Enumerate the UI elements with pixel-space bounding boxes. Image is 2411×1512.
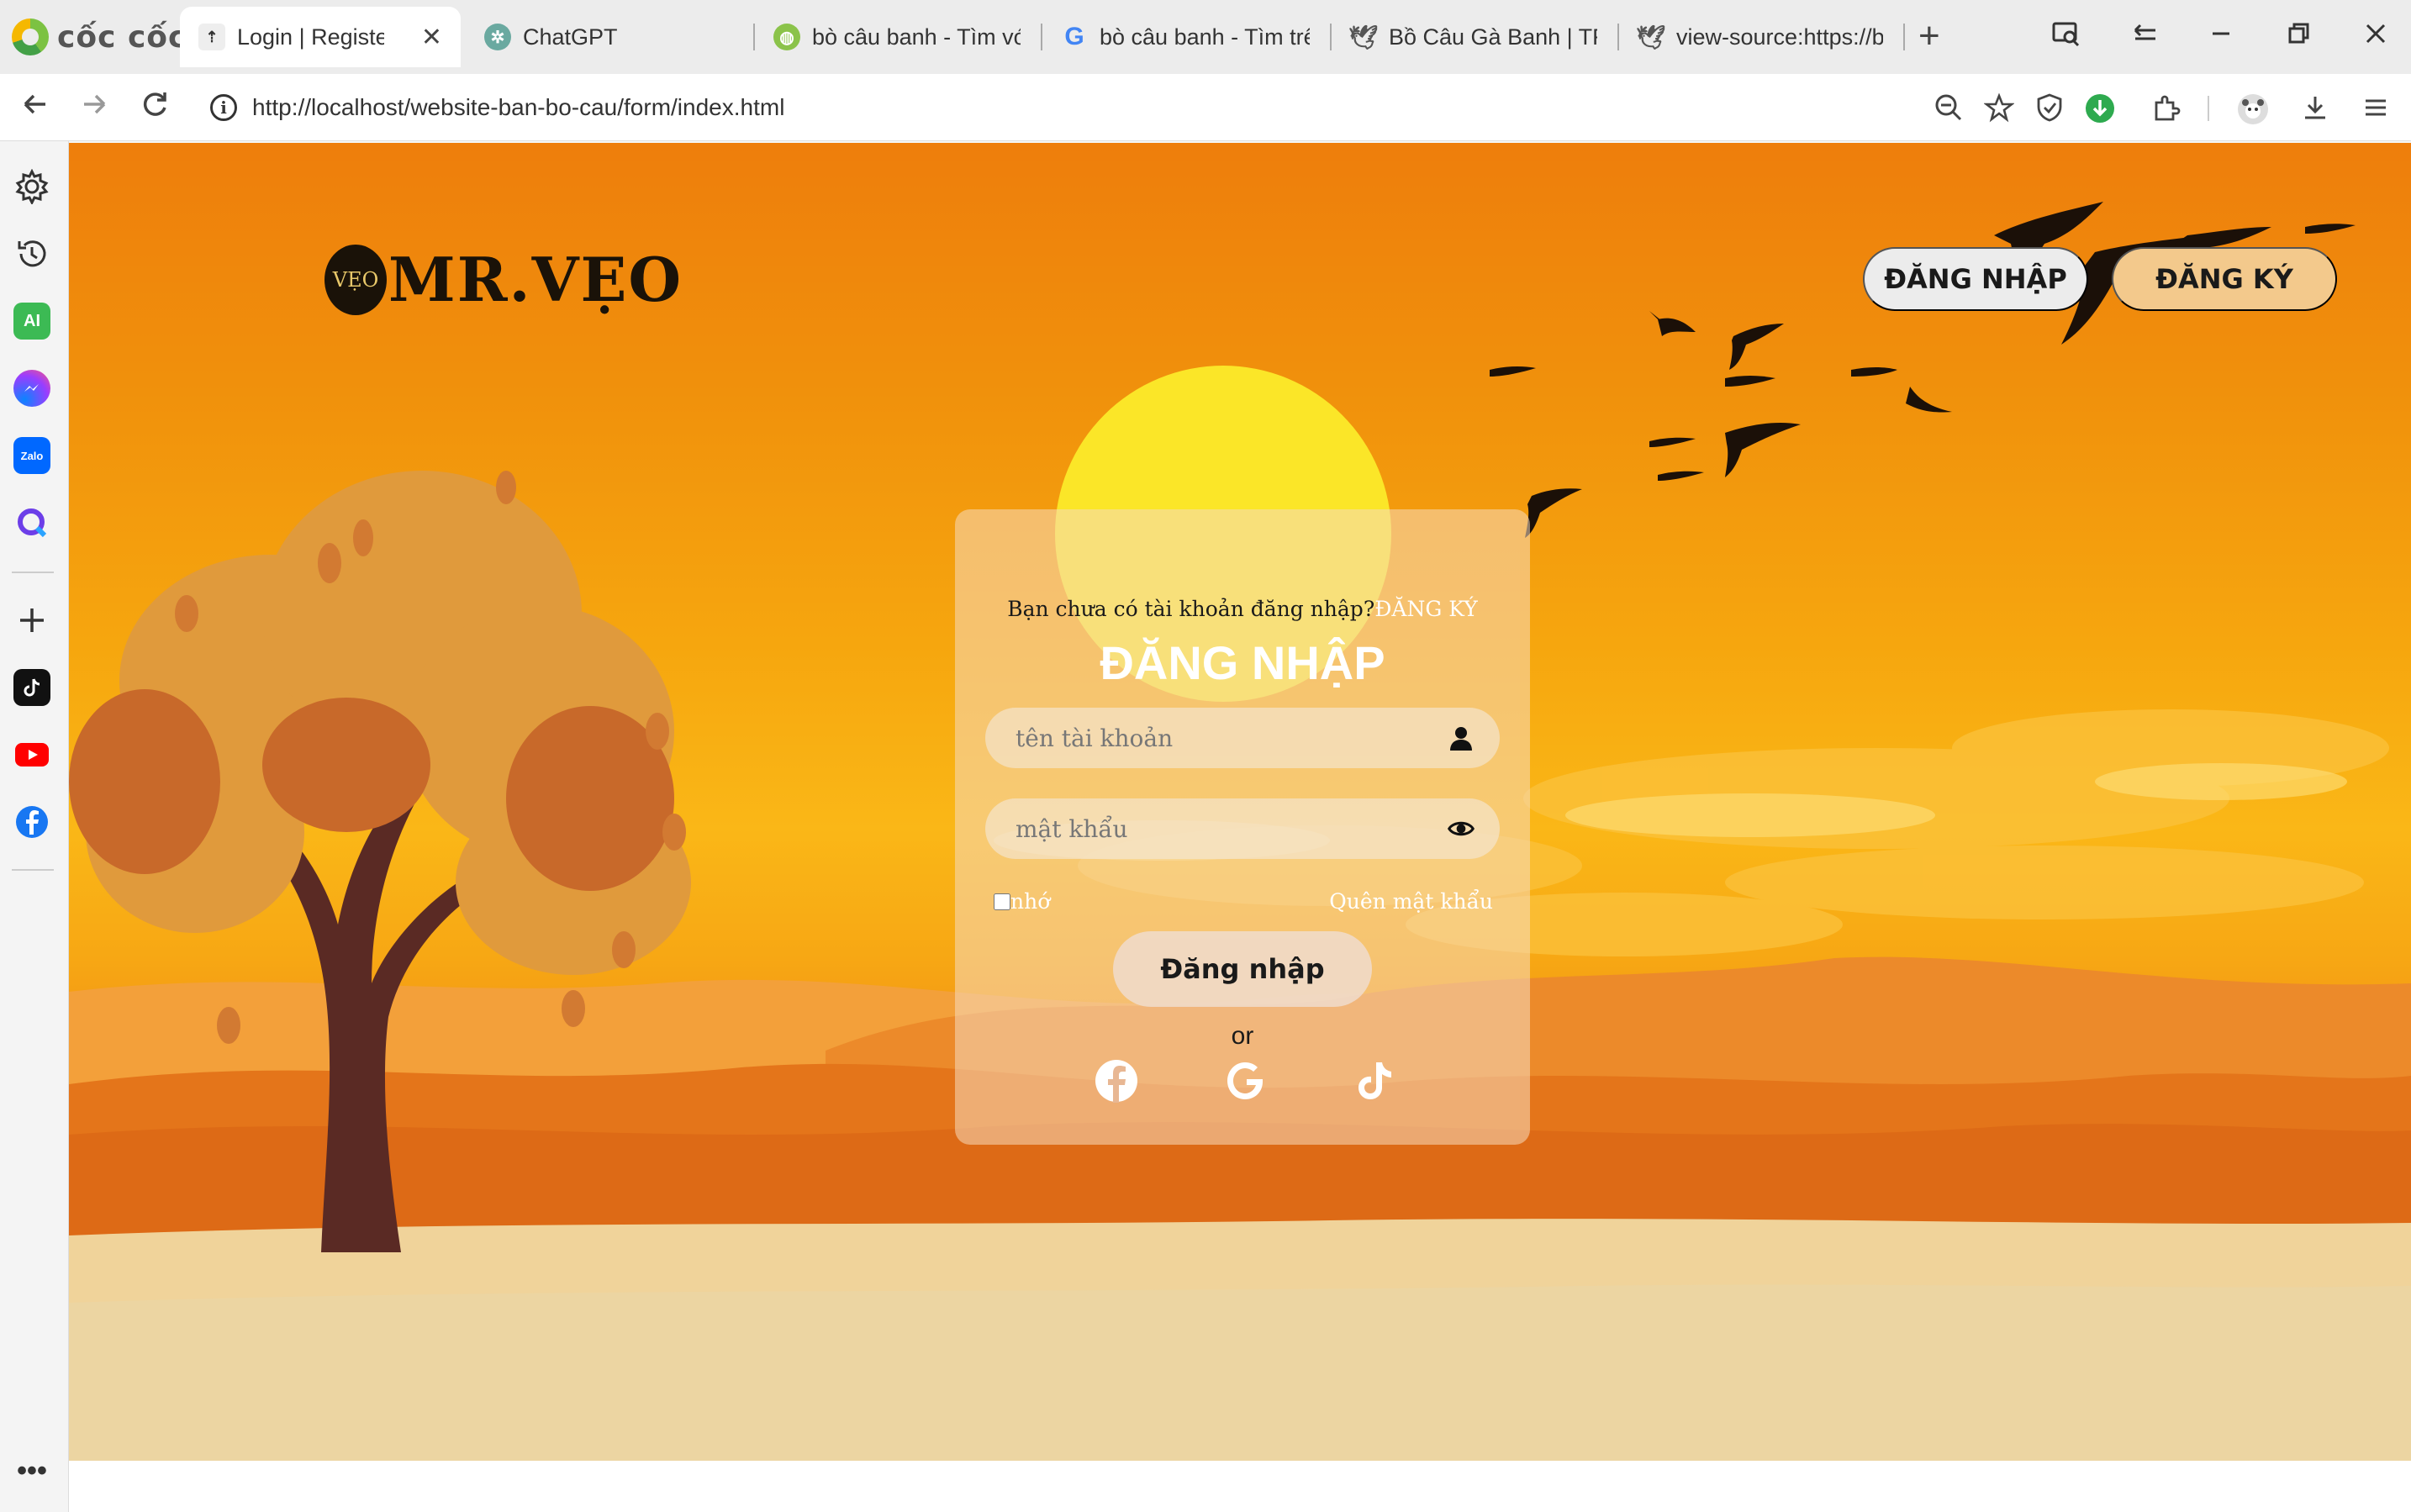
menu-icon[interactable]	[2359, 92, 2393, 126]
tab-search-coccoc[interactable]: ◍ bò câu banh - Tìm với	[755, 7, 1039, 67]
close-window-icon[interactable]	[2350, 18, 2401, 56]
minimize-icon[interactable]	[2196, 18, 2246, 56]
zalo-icon[interactable]: Zalo	[13, 437, 50, 474]
zoom-out-icon[interactable]	[1932, 92, 1965, 126]
messenger-icon[interactable]	[13, 370, 50, 407]
tab-search-google[interactable]: G bò câu banh - Tìm trên	[1042, 7, 1328, 67]
google-icon: G	[1064, 23, 1084, 50]
remember-label: nhớ	[1010, 889, 1051, 914]
tab-label: bò câu banh - Tìm với	[812, 24, 1021, 50]
forward-arrow-icon[interactable]	[74, 87, 114, 128]
search-tabs-icon[interactable]	[2041, 18, 2092, 56]
browser-brand-label: cốc cốc	[57, 19, 187, 55]
address-toolbar: i http://localhost/website-ban-bo-cau/fo…	[0, 74, 2411, 141]
browser-brand[interactable]: cốc cốc	[12, 15, 187, 59]
search-q-icon[interactable]	[13, 504, 50, 541]
login-card: Bạn chưa có tài khoản đăng nhập?ĐĂNG KÝ …	[955, 509, 1530, 1145]
tab-view-source[interactable]: 🕊 view-source:https://bo	[1619, 7, 1902, 67]
omnibox[interactable]: i http://localhost/website-ban-bo-cau/fo…	[198, 82, 2123, 133]
logo-text: MR.VẸO	[388, 244, 683, 315]
add-icon[interactable]	[13, 602, 50, 639]
history-icon[interactable]	[13, 235, 50, 272]
facebook-icon[interactable]	[13, 803, 50, 840]
chatgpt-icon: ✲	[484, 24, 511, 50]
restore-icon[interactable]	[2273, 18, 2324, 56]
tab-login-register[interactable]: ⇡ Login | Register ✕	[180, 7, 461, 67]
pigeon-icon: 🕊	[1348, 24, 1379, 50]
sidebar-divider	[12, 572, 54, 573]
username-input[interactable]	[985, 708, 1439, 768]
tab-label: Login | Register	[237, 24, 384, 50]
toolbar-divider	[2208, 96, 2209, 121]
shield-icon[interactable]	[2033, 92, 2066, 126]
tab-label: view-source:https://bo	[1676, 24, 1883, 50]
page-bottom-strip	[69, 1461, 2411, 1512]
extensions-icon[interactable]	[2149, 92, 2182, 126]
bookmark-star-icon[interactable]	[1982, 92, 2016, 126]
or-divider: or	[1231, 1022, 1254, 1050]
tiktok-icon[interactable]	[13, 669, 50, 706]
login-title: ĐĂNG NHẬP	[1100, 636, 1385, 689]
reload-icon[interactable]	[135, 87, 175, 128]
register-prompt-text: Bạn chưa có tài khoản đăng nhập?	[1007, 597, 1375, 621]
logo-badge: VẸO	[324, 244, 387, 315]
tab-label: ChatGPT	[523, 24, 618, 50]
google-icon[interactable]	[1222, 1057, 1269, 1104]
browser-sidebar: AI Zalo •••	[0, 141, 69, 1512]
register-link[interactable]: ĐĂNG KÝ	[1374, 597, 1478, 621]
url-text[interactable]: http://localhost/website-ban-bo-cau/form…	[252, 94, 784, 121]
tab-label: bò câu banh - Tìm trên	[1100, 24, 1310, 50]
remember-checkbox[interactable]	[994, 893, 1010, 910]
header-register-button[interactable]: ĐĂNG KÝ	[2112, 247, 2337, 311]
login-submit-button[interactable]: Đăng nhập	[1113, 931, 1372, 1007]
coccoc-search-icon: ◍	[773, 24, 800, 50]
new-tab-button[interactable]: +	[1918, 15, 1940, 57]
eye-icon[interactable]	[1448, 815, 1475, 842]
pigeon-icon: 🕊	[1636, 24, 1666, 50]
youtube-icon[interactable]	[13, 736, 50, 773]
back-arrow-icon[interactable]	[15, 87, 55, 128]
back-tabs-icon[interactable]	[2120, 18, 2171, 56]
tab-separator	[1903, 24, 1905, 50]
more-icon[interactable]: •••	[13, 1452, 50, 1489]
tab-chatgpt[interactable]: ✲ ChatGPT	[466, 7, 752, 67]
register-prompt: Bạn chưa có tài khoản đăng nhập?ĐĂNG KÝ	[955, 597, 1530, 621]
header-login-button[interactable]: ĐĂNG NHẬP	[1863, 247, 2088, 311]
download-badge-icon[interactable]	[2083, 92, 2117, 126]
settings-icon[interactable]	[13, 168, 50, 205]
password-field	[985, 798, 1500, 859]
remember-me[interactable]: nhớ	[994, 889, 1050, 914]
profile-avatar-icon[interactable]	[2236, 92, 2270, 126]
coccoc-logo-icon	[12, 18, 49, 55]
web-page: VẸO MR.VẸO ĐĂNG NHẬP ĐĂNG KÝ Bạn chưa có…	[69, 143, 2411, 1461]
downloads-icon[interactable]	[2298, 92, 2332, 126]
site-info-icon[interactable]: i	[210, 94, 237, 121]
facebook-icon[interactable]	[1093, 1057, 1140, 1104]
site-logo[interactable]: VẸO MR.VẸO	[324, 244, 683, 315]
forgot-password-link[interactable]: Quên mật khẩu	[1329, 889, 1493, 914]
tab-strip: cốc cốc ⇡ Login | Register ✕ ✲ ChatGPT ◍…	[0, 0, 2411, 74]
sidebar-divider	[12, 869, 54, 871]
user-icon	[1450, 727, 1472, 751]
username-field	[985, 708, 1500, 768]
tiktok-icon[interactable]	[1350, 1057, 1397, 1104]
tab-bo-cau-ga-banh[interactable]: 🕊 Bồ Câu Gà Banh | TRẠ	[1332, 7, 1616, 67]
close-tab-icon[interactable]: ✕	[421, 23, 442, 52]
page-favicon-icon: ⇡	[198, 24, 225, 50]
tab-label: Bồ Câu Gà Banh | TRẠ	[1389, 24, 1597, 50]
ai-icon[interactable]: AI	[13, 303, 50, 340]
password-input[interactable]	[985, 798, 1439, 859]
